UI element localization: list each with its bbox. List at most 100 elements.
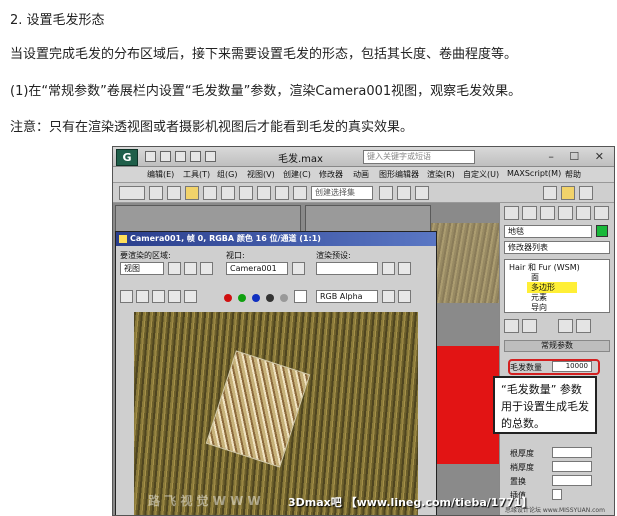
- menubar: 编辑(E) 工具(T) 组(G) 视图(V) 创建(C) 修改器 动画 图形编辑…: [113, 167, 614, 183]
- modifier-list-dropdown[interactable]: 修改器列表: [504, 241, 610, 254]
- undo-icon[interactable]: [190, 151, 201, 162]
- select-by-name-icon[interactable]: [167, 186, 181, 200]
- area-dropdown[interactable]: 视图: [120, 262, 164, 275]
- modify-tab-icon[interactable]: [522, 206, 537, 220]
- tip-thick-spinner[interactable]: [552, 461, 592, 472]
- display-icon[interactable]: [398, 290, 411, 303]
- app-titlebar: G 毛发.max 键入关键字或短语 – ☐ ✕: [113, 147, 614, 167]
- displacement-spinner[interactable]: [552, 475, 592, 486]
- render-icon[interactable]: [579, 186, 593, 200]
- angle-snap-icon[interactable]: [275, 186, 289, 200]
- menu-rendering[interactable]: 渲染(R): [427, 169, 455, 180]
- rendered-fur-object: [205, 350, 311, 468]
- main-toolbar: 创建选择集: [113, 183, 614, 203]
- named-selection-dropdown[interactable]: 创建选择集: [311, 186, 373, 200]
- root-thick-spinner[interactable]: [552, 447, 592, 458]
- utilities-tab-icon[interactable]: [594, 206, 609, 220]
- mono-icon[interactable]: [280, 294, 288, 302]
- render-window-title: Camera001, 帧 0, RGBA 颜色 16 位/通道 (1:1): [116, 232, 436, 246]
- interpolate-checkbox[interactable]: [552, 489, 562, 500]
- open-file-icon[interactable]: [160, 151, 171, 162]
- move-icon[interactable]: [203, 186, 217, 200]
- channel-dropdown[interactable]: RGB Alpha: [316, 290, 378, 303]
- hair-count-spinner[interactable]: 10000: [552, 361, 592, 372]
- remove-modifier-icon[interactable]: [558, 319, 573, 333]
- menu-customize[interactable]: 自定义(U): [463, 169, 499, 180]
- edit-region-icon[interactable]: [168, 262, 181, 275]
- callout-box: “毛发数量” 参数 用于设置生成毛发 的总数。: [493, 376, 597, 434]
- rotate-icon[interactable]: [221, 186, 235, 200]
- 3dsmax-screenshot: G 毛发.max 键入关键字或短语 – ☐ ✕ 编辑(E) 工具(T) 组(G)…: [112, 146, 615, 516]
- render-setup-small-icon[interactable]: [382, 262, 395, 275]
- alpha-channel-icon[interactable]: [266, 294, 274, 302]
- callout-line-3: 的总数。: [501, 417, 545, 430]
- menu-modifiers[interactable]: 修改器: [319, 169, 343, 180]
- configure-sets-icon[interactable]: [576, 319, 591, 333]
- show-end-result-icon[interactable]: [522, 319, 537, 333]
- object-color-swatch[interactable]: [596, 225, 608, 237]
- green-channel-icon[interactable]: [238, 294, 246, 302]
- general-params-rollout[interactable]: 常规参数: [504, 340, 610, 352]
- menu-animation[interactable]: 动画: [353, 169, 369, 180]
- displacement-label: 置换: [510, 477, 526, 486]
- hair-count-label: 毛发数量: [510, 363, 542, 372]
- percent-snap-icon[interactable]: [293, 186, 307, 200]
- callout-line-1: “毛发数量” 参数: [501, 383, 582, 396]
- menu-views[interactable]: 视图(V): [247, 169, 275, 180]
- menu-edit[interactable]: 编辑(E): [147, 169, 174, 180]
- modifier-stack[interactable]: Hair 和 Fur (WSM) 面 多边形 元素 导向: [504, 259, 610, 313]
- viewport-dropdown[interactable]: Camera001: [226, 262, 288, 275]
- save-image-icon[interactable]: [120, 290, 133, 303]
- copy-image-icon[interactable]: [136, 290, 149, 303]
- viewport-red-object: [431, 346, 499, 464]
- preset-dropdown[interactable]: [316, 262, 378, 275]
- app-logo-icon[interactable]: G: [116, 149, 138, 166]
- redo-icon[interactable]: [205, 151, 216, 162]
- snap-icon[interactable]: [257, 186, 271, 200]
- object-name-field[interactable]: 地毯: [504, 225, 592, 238]
- red-channel-icon[interactable]: [224, 294, 232, 302]
- layer-icon[interactable]: [415, 186, 429, 200]
- select-region-icon[interactable]: [185, 186, 199, 200]
- motion-tab-icon[interactable]: [558, 206, 573, 220]
- menu-tools[interactable]: 工具(T): [183, 169, 210, 180]
- paragraph-1: 当设置完成毛发的分布区域后，接下来需要设置毛发的形态，包括其长度、卷曲程度等。: [10, 47, 518, 62]
- auto-region-icon[interactable]: [184, 262, 197, 275]
- toggle-ui-icon[interactable]: [382, 290, 395, 303]
- environment-icon[interactable]: [398, 262, 411, 275]
- create-tab-icon[interactable]: [504, 206, 519, 220]
- align-icon[interactable]: [397, 186, 411, 200]
- tip-thick-label: 梢厚度: [510, 463, 534, 472]
- window-controls[interactable]: – ☐ ✕: [548, 150, 610, 163]
- scale-icon[interactable]: [239, 186, 253, 200]
- blue-channel-icon[interactable]: [252, 294, 260, 302]
- save-file-icon[interactable]: [175, 151, 186, 162]
- paragraph-2: (1)在“常规参数”卷展栏内设置“毛发数量”参数，渲染Camera001视图，观…: [10, 84, 522, 99]
- callout-line-2: 用于设置生成毛发: [501, 400, 589, 413]
- stack-item-hair[interactable]: Hair 和 Fur (WSM): [509, 262, 580, 273]
- search-input[interactable]: 键入关键字或短语: [363, 150, 475, 164]
- select-object-icon[interactable]: [149, 186, 163, 200]
- new-file-icon[interactable]: [145, 151, 156, 162]
- region-lock-icon[interactable]: [200, 262, 213, 275]
- display-tab-icon[interactable]: [576, 206, 591, 220]
- render-setup-icon[interactable]: [561, 186, 575, 200]
- menu-create[interactable]: 创建(C): [283, 169, 311, 180]
- stack-item-guide[interactable]: 导向: [531, 302, 547, 313]
- color-swatch[interactable]: [294, 290, 307, 303]
- mirror-icon[interactable]: [379, 186, 393, 200]
- material-editor-icon[interactable]: [543, 186, 557, 200]
- selection-filter-dropdown[interactable]: [119, 186, 145, 200]
- menu-maxscript[interactable]: MAXScript(M): [507, 169, 561, 178]
- render-frame-window[interactable]: Camera001, 帧 0, RGBA 颜色 16 位/通道 (1:1) 要渲…: [115, 231, 437, 515]
- menu-help[interactable]: 帮助: [565, 169, 581, 180]
- clone-window-icon[interactable]: [152, 290, 165, 303]
- hierarchy-tab-icon[interactable]: [540, 206, 555, 220]
- menu-group[interactable]: 组(G): [217, 169, 237, 180]
- print-icon[interactable]: [168, 290, 181, 303]
- viewport-grass-preview: [431, 223, 499, 303]
- lock-viewport-icon[interactable]: [292, 262, 305, 275]
- clear-icon[interactable]: [184, 290, 197, 303]
- pin-stack-icon[interactable]: [504, 319, 519, 333]
- menu-graph-editors[interactable]: 图形编辑器: [379, 169, 419, 180]
